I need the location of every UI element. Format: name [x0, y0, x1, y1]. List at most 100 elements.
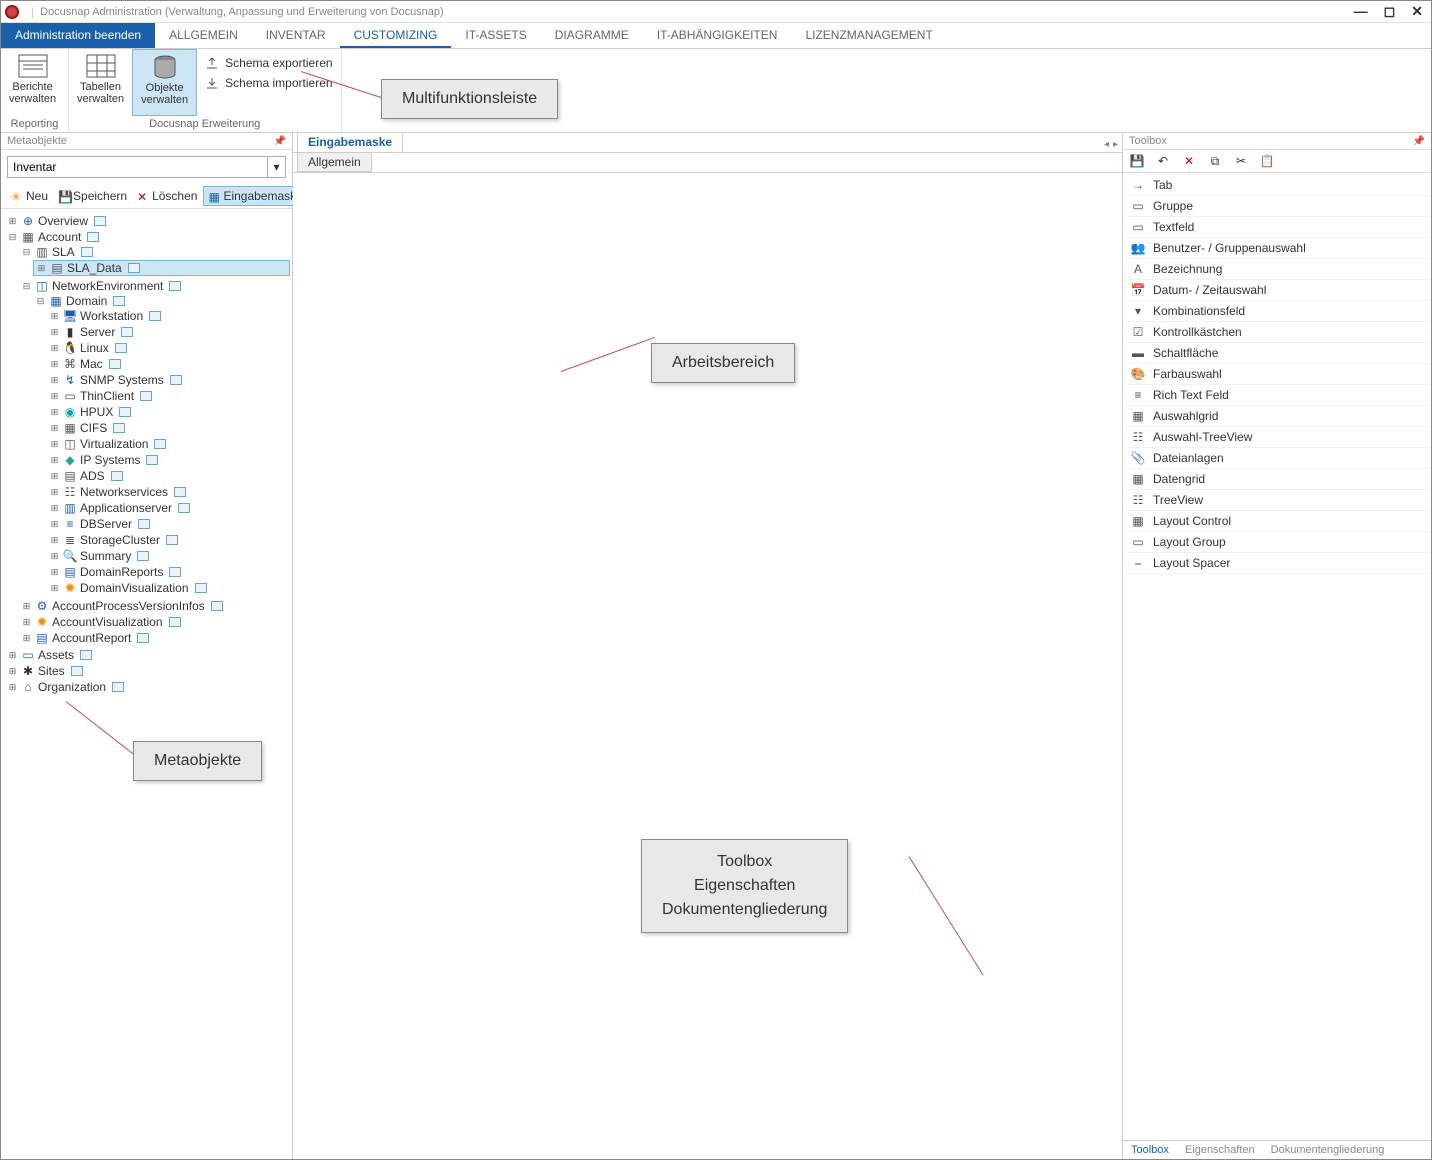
expand-icon[interactable]: ⊞ [49, 311, 60, 322]
maximize-button[interactable]: ◻ [1380, 3, 1400, 20]
expand-icon[interactable]: ⊞ [49, 551, 60, 562]
tree-node-dbserver[interactable]: ⊞≡DBServer [47, 517, 290, 531]
category-combo-input[interactable] [7, 156, 268, 178]
toolbox-item-layout-group[interactable]: ▭Layout Group [1123, 532, 1431, 553]
expand-icon[interactable]: ⊞ [49, 375, 60, 386]
toolbox-item-auswahlgrid[interactable]: ▦Auswahlgrid [1123, 406, 1431, 427]
menu-it-abhaengigkeiten[interactable]: IT-ABHÄNGIGKEITEN [643, 23, 792, 48]
collapse-icon[interactable]: ⊟ [7, 232, 18, 243]
tree-node-workstation[interactable]: ⊞🖥Workstation [47, 309, 290, 323]
right-tab-toolbox[interactable]: Toolbox [1123, 1141, 1177, 1159]
expand-icon[interactable]: ⊞ [49, 407, 60, 418]
expand-icon[interactable]: ⊞ [49, 439, 60, 450]
expand-icon[interactable]: ⊞ [49, 583, 60, 594]
expand-icon[interactable]: ⊞ [49, 327, 60, 338]
tree-node-thinclient[interactable]: ⊞▭ThinClient [47, 389, 290, 403]
tree-node-networkservices[interactable]: ⊞☷Networkservices [47, 485, 290, 499]
right-tab-dokumentengliederung[interactable]: Dokumentengliederung [1263, 1141, 1393, 1159]
expand-icon[interactable]: ⊞ [49, 391, 60, 402]
save-icon[interactable]: 💾 [1129, 153, 1145, 169]
close-button[interactable]: ✕ [1407, 3, 1427, 20]
menu-customizing[interactable]: CUSTOMIZING [340, 23, 452, 48]
tree-node-storagecluster[interactable]: ⊞≣StorageCluster [47, 533, 290, 547]
toolbox-item-kombinationsfeld[interactable]: ▾Kombinationsfeld [1123, 301, 1431, 322]
expand-icon[interactable]: ⊞ [49, 359, 60, 370]
objekte-verwalten-button[interactable]: Objekte verwalten [132, 49, 197, 116]
expand-icon[interactable]: ⊞ [49, 455, 60, 466]
menu-admin-exit[interactable]: Administration beenden [1, 23, 155, 48]
tabellen-verwalten-button[interactable]: Tabellen verwalten [69, 49, 132, 116]
toolbox-item-schaltfl-che[interactable]: ▬Schaltfläche [1123, 343, 1431, 364]
tree-node-networkenvironment[interactable]: ⊟◫NetworkEnvironment [19, 279, 290, 293]
expand-icon[interactable]: ⊞ [36, 263, 47, 274]
expand-icon[interactable]: ⊞ [7, 682, 18, 693]
tree-node-linux[interactable]: ⊞🐧Linux [47, 341, 290, 355]
cut-icon[interactable]: ✂ [1233, 153, 1249, 169]
speichern-button[interactable]: 💾Speichern [54, 187, 131, 205]
right-tab-eigenschaften[interactable]: Eigenschaften [1177, 1141, 1263, 1159]
pin-icon[interactable]: 📌 [1413, 136, 1425, 147]
toolbox-item-treeview[interactable]: ☷TreeView [1123, 490, 1431, 511]
undo-icon[interactable]: ↶ [1155, 153, 1171, 169]
tab-eingabemaske[interactable]: Eingabemaske [297, 132, 403, 152]
tree-node-sla[interactable]: ⊟▥SLA [19, 245, 290, 259]
delete-icon[interactable]: ✕ [1181, 153, 1197, 169]
expand-icon[interactable]: ⊞ [49, 503, 60, 514]
toolbox-item-dateianlagen[interactable]: 📎Dateianlagen [1123, 448, 1431, 469]
menu-allgemein[interactable]: ALLGEMEIN [155, 23, 252, 48]
tree-node-accountprocessversioninfos[interactable]: ⊞⚙AccountProcessVersionInfos [19, 599, 290, 613]
tab-next-icon[interactable]: ▸ [1113, 139, 1118, 150]
copy-icon[interactable]: ⧉ [1207, 153, 1223, 169]
tree-node-domain[interactable]: ⊟▦Domain [33, 294, 290, 308]
loeschen-button[interactable]: ✕Löschen [133, 187, 201, 205]
expand-icon[interactable]: ⊞ [21, 633, 32, 644]
toolbox-item-textfeld[interactable]: ▭Textfeld [1123, 217, 1431, 238]
tree-node-mac[interactable]: ⊞⌘Mac [47, 357, 290, 371]
toolbox-item-datengrid[interactable]: ▦Datengrid [1123, 469, 1431, 490]
subtab-allgemein[interactable]: Allgemein [297, 153, 372, 172]
tree-node-applicationserver[interactable]: ⊞▥Applicationserver [47, 501, 290, 515]
minimize-button[interactable]: — [1350, 3, 1372, 20]
schema-exportieren-link[interactable]: Schema exportieren [197, 53, 340, 73]
tree-node-accountreport[interactable]: ⊞▤AccountReport [19, 631, 290, 645]
toolbox-item-rich-text-feld[interactable]: ≡Rich Text Feld [1123, 385, 1431, 406]
collapse-icon[interactable]: ⊟ [21, 281, 32, 292]
expand-icon[interactable]: ⊞ [49, 519, 60, 530]
toolbox-item-layout-control[interactable]: ▦Layout Control [1123, 511, 1431, 532]
toolbox-item-tab[interactable]: →Tab [1123, 175, 1431, 196]
tree-node-cifs[interactable]: ⊞▦CIFS [47, 421, 290, 435]
tree-node-server[interactable]: ⊞▮Server [47, 325, 290, 339]
expand-icon[interactable]: ⊞ [7, 216, 18, 227]
tree-node-ads[interactable]: ⊞▤ADS [47, 469, 290, 483]
collapse-icon[interactable]: ⊟ [35, 296, 46, 307]
tree-node-domainreports[interactable]: ⊞▤DomainReports [47, 565, 290, 579]
expand-icon[interactable]: ⊞ [21, 617, 32, 628]
toolbox-item-kontrollk-stchen[interactable]: ☑Kontrollkästchen [1123, 322, 1431, 343]
toolbox-item-layout-spacer[interactable]: ⎯Layout Spacer [1123, 553, 1431, 574]
tree-node-accountvisualization[interactable]: ⊞✺AccountVisualization [19, 615, 290, 629]
menu-inventar[interactable]: INVENTAR [252, 23, 340, 48]
tree-node-sites[interactable]: ⊞✱Sites [5, 664, 290, 678]
berichte-verwalten-button[interactable]: Berichte verwalten [1, 49, 64, 116]
expand-icon[interactable]: ⊞ [7, 650, 18, 661]
tree-node-summary[interactable]: ⊞🔍Summary [47, 549, 290, 563]
tree-node-domainvisualization[interactable]: ⊞✺DomainVisualization [47, 581, 290, 595]
expand-icon[interactable]: ⊞ [49, 487, 60, 498]
tree-node-assets[interactable]: ⊞▭Assets [5, 648, 290, 662]
tree-node-organization[interactable]: ⊞⌂Organization [5, 680, 290, 694]
expand-icon[interactable]: ⊞ [49, 471, 60, 482]
tree-node-hpux[interactable]: ⊞◉HPUX [47, 405, 290, 419]
metaobjects-tree[interactable]: ⊞⊕Overview⊟▦Account⊟▥SLA⊞▤SLA_Data⊟◫Netw… [1, 209, 292, 1159]
menu-it-assets[interactable]: IT-ASSETS [451, 23, 540, 48]
paste-icon[interactable]: 📋 [1259, 153, 1275, 169]
toolbox-item-benutzer-gruppenauswahl[interactable]: 👥Benutzer- / Gruppenauswahl [1123, 238, 1431, 259]
menu-diagramme[interactable]: DIAGRAMME [541, 23, 643, 48]
tree-node-sla-data[interactable]: ⊞▤SLA_Data [33, 260, 290, 276]
expand-icon[interactable]: ⊞ [49, 423, 60, 434]
expand-icon[interactable]: ⊞ [49, 343, 60, 354]
expand-icon[interactable]: ⊞ [7, 666, 18, 677]
expand-icon[interactable]: ⊞ [49, 535, 60, 546]
tree-node-account[interactable]: ⊟▦Account [5, 230, 290, 244]
expand-icon[interactable]: ⊞ [49, 567, 60, 578]
workspace-canvas[interactable] [293, 173, 1122, 1159]
